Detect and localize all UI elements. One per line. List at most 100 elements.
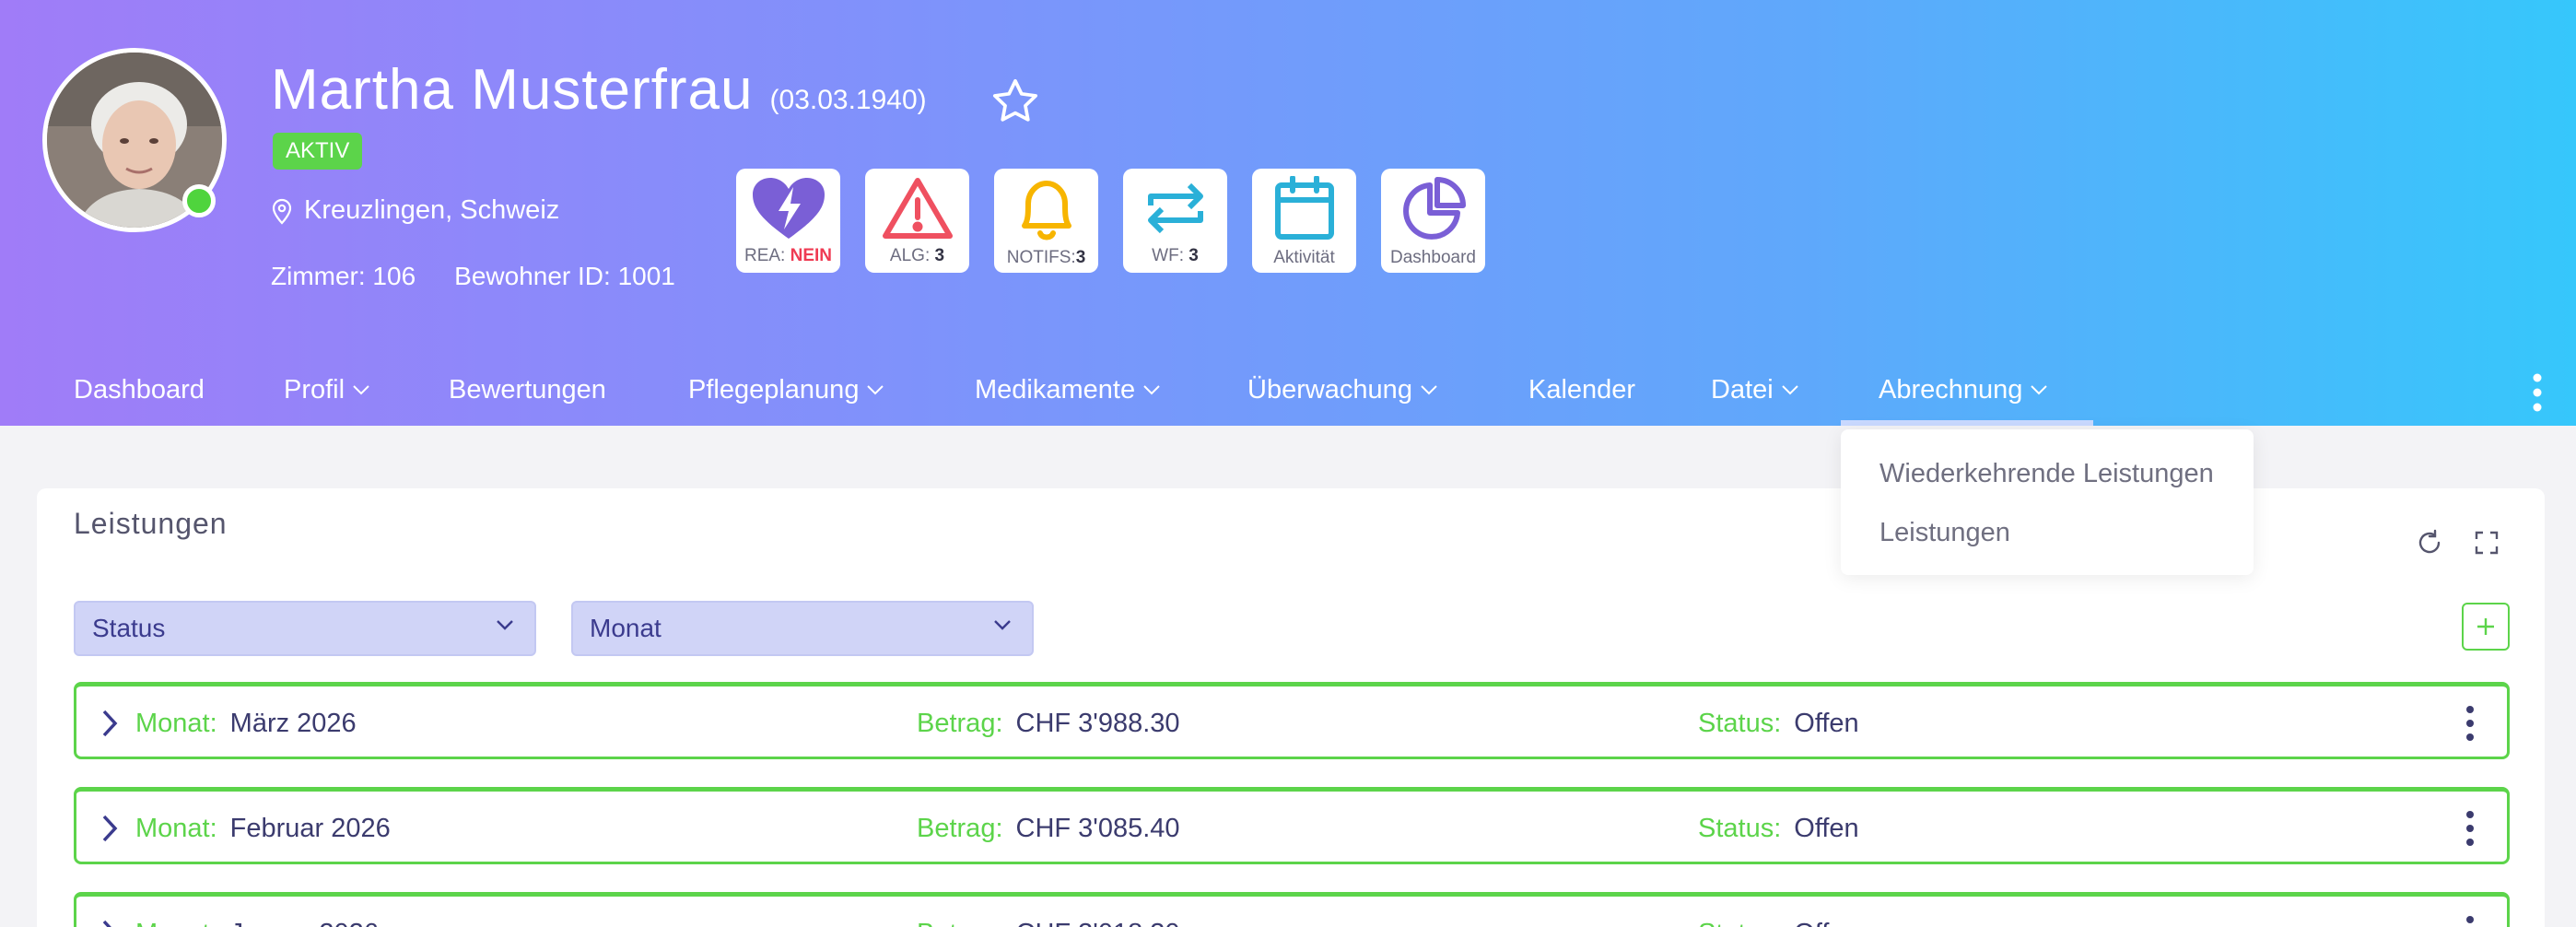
chevron-down-icon (867, 385, 884, 395)
quick-label-notifs: NOTIFS: (1006, 248, 1076, 267)
row-amount-label: Betrag: (917, 814, 1003, 843)
quick-value-rea: NEIN (790, 246, 833, 265)
row-amount-value: CHF 3'988.30 (1015, 709, 1180, 738)
more-vertical-icon[interactable] (2463, 915, 2477, 927)
quick-label-dashboard: Dashboard (1390, 248, 1476, 267)
quick-value-alg: 3 (934, 246, 945, 265)
table-row[interactable]: Monat: Februar 2026 Betrag: CHF 3'085.40 S… (74, 787, 2510, 864)
resident-id: Bewohner ID: 1001 (454, 262, 675, 290)
row-month-label: Monat: (135, 709, 217, 738)
warning-icon (882, 178, 953, 239)
more-vertical-icon[interactable] (2463, 705, 2477, 742)
status-filter-value: Status (92, 614, 166, 642)
nav-item-bewertungen[interactable]: Bewertungen (449, 367, 606, 413)
row-month-label: Monat: (135, 919, 217, 927)
row-month-label: Monat: (135, 814, 217, 843)
row-amount-label: Betrag: (917, 919, 1003, 927)
nav-item-ueberwachung[interactable]: Überwachung (1247, 367, 1438, 413)
repeat-icon (1147, 182, 1203, 234)
nav-label: Abrechnung (1879, 374, 2023, 405)
row-status-label: Status: (1698, 919, 1781, 927)
online-status-indicator (182, 184, 216, 217)
patient-name-row: Martha Musterfrau (03.03.1940) (271, 57, 927, 123)
chevron-down-icon (1421, 385, 1437, 395)
chevron-down-icon (497, 620, 513, 630)
status-filter-select[interactable]: Status (74, 601, 536, 656)
nav-label: Überwachung (1247, 374, 1412, 405)
menu-item-recurring-services[interactable]: Wiederkehrende Leistungen (1879, 459, 2214, 489)
chevron-right-icon[interactable] (100, 919, 119, 927)
nav-item-datei[interactable]: Datei (1711, 367, 1799, 413)
quick-action-alg[interactable]: ALG: 3 (865, 169, 969, 273)
location-pin-icon (272, 198, 292, 225)
quick-action-rea[interactable]: REA: NEIN (736, 169, 840, 273)
card-title: Leistungen (74, 507, 228, 540)
row-amount-value: CHF 3'018.30 (1016, 919, 1180, 927)
row-amount-value: CHF 3'085.40 (1015, 814, 1180, 843)
chevron-down-icon (353, 385, 369, 395)
chevron-down-icon (1781, 385, 1798, 395)
row-status-value: Offen (1794, 814, 1859, 843)
nav-label: Bewertungen (449, 374, 606, 405)
patient-location: Kreuzlingen, Schweiz (271, 195, 559, 226)
pie-chart-icon (1402, 177, 1466, 240)
row-amount-label: Betrag: (917, 709, 1003, 738)
row-month-value: Januar 2026 (230, 919, 379, 927)
chevron-down-icon (1143, 385, 1160, 395)
nav-item-medikamente[interactable]: Medikamente (975, 367, 1161, 413)
quick-action-notifs[interactable]: NOTIFS:3 (994, 169, 1098, 273)
plus-icon (2477, 618, 2494, 635)
nav-item-pflegeplanung[interactable]: Pflegeplanung (688, 367, 884, 413)
nav-label: Dashboard (74, 374, 205, 405)
more-vertical-icon[interactable] (2463, 810, 2477, 847)
bell-icon (1021, 181, 1071, 241)
quick-action-wf[interactable]: WF: 3 (1123, 169, 1227, 273)
patient-name: Martha Musterfrau (271, 58, 754, 122)
row-status-label: Status: (1698, 709, 1782, 738)
nav-label: Kalender (1528, 374, 1636, 405)
row-month-value: März 2026 (229, 709, 357, 738)
menu-item-services[interactable]: Leistungen (1879, 518, 2010, 548)
main-nav: Dashboard Profil Bewertungen Pflegeplanu… (0, 367, 2576, 426)
chevron-right-icon[interactable] (100, 814, 119, 843)
nav-item-dashboard[interactable]: Dashboard (74, 367, 205, 413)
chevron-down-icon (994, 620, 1011, 630)
quick-label-rea: REA: (744, 246, 790, 265)
chevron-right-icon[interactable] (100, 709, 119, 738)
favorite-star-icon[interactable] (989, 76, 1041, 127)
nav-item-profil[interactable]: Profil (284, 367, 370, 413)
quick-value-notifs: 3 (1075, 248, 1086, 267)
abrechnung-dropdown-menu: Wiederkehrende Leistungen Leistungen (1841, 429, 2254, 575)
row-status-value: Offen (1794, 919, 1858, 927)
refresh-icon[interactable] (2416, 529, 2443, 557)
table-row[interactable]: Monat: März 2026 Betrag: CHF 3'988.30 Stat… (74, 682, 2510, 759)
month-filter-value: Monat (590, 614, 662, 642)
row-status-value: Offen (1794, 709, 1859, 738)
nav-item-abrechnung[interactable]: Abrechnung (1879, 367, 2048, 413)
quick-label-alg: ALG: (889, 246, 935, 265)
table-row[interactable]: Monat: Januar 2026 Betrag: CHF 3'018.30 St… (74, 892, 2510, 927)
nav-label: Datei (1711, 374, 1774, 405)
fullscreen-icon[interactable] (2473, 529, 2500, 557)
more-vertical-icon[interactable] (2526, 372, 2548, 413)
calendar-icon (1274, 176, 1334, 240)
add-button[interactable] (2462, 603, 2510, 651)
patient-dob: (03.03.1940) (769, 85, 927, 115)
quick-action-dashboard[interactable]: Dashboard (1381, 169, 1485, 273)
room-number: Zimmer: 106 (271, 262, 416, 290)
nav-label: Medikamente (975, 374, 1136, 405)
nav-item-kalender[interactable]: Kalender (1528, 367, 1635, 413)
quick-action-activity[interactable]: Aktivität (1252, 169, 1356, 273)
row-status-label: Status: (1698, 814, 1782, 843)
nav-label: Profil (284, 374, 345, 405)
quick-label-wf: WF: (1152, 246, 1189, 265)
chevron-down-icon (2031, 385, 2048, 395)
heart-bolt-icon (752, 178, 825, 239)
month-filter-select[interactable]: Monat (571, 601, 1034, 656)
row-month-value: Februar 2026 (229, 814, 391, 843)
patient-meta: Zimmer: 106 Bewohner ID: 1001 (271, 262, 675, 291)
quick-label-activity: Aktivität (1273, 248, 1335, 267)
quick-value-wf: 3 (1188, 246, 1199, 265)
location-text: Kreuzlingen, Schweiz (304, 195, 560, 225)
nav-active-indicator (1841, 420, 2093, 426)
